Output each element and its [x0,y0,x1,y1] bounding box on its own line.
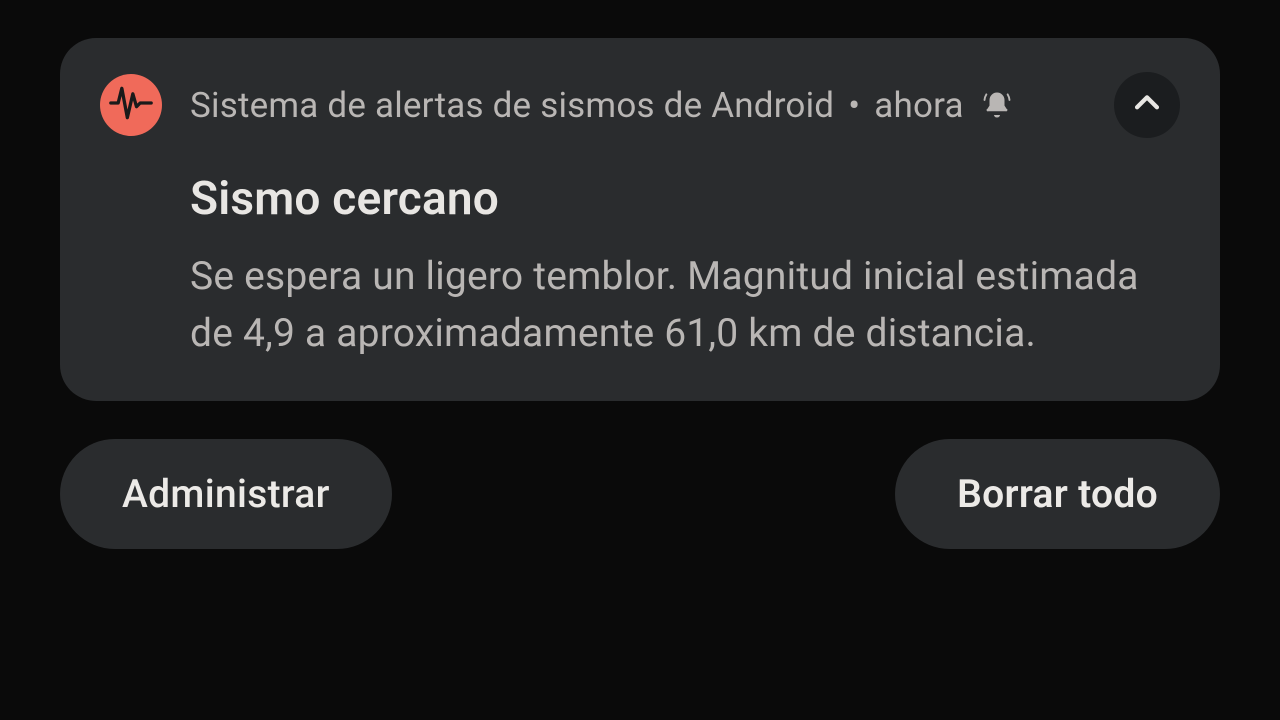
manage-button[interactable]: Administrar [60,439,392,549]
notification-actions: Administrar Borrar todo [60,439,1220,549]
app-icon [100,74,162,136]
notification-time: ahora [874,85,964,126]
chevron-up-icon [1130,86,1164,124]
notification-header: Sistema de alertas de sismos de Android … [100,72,1180,138]
notification-source-line: Sistema de alertas de sismos de Android … [190,85,1086,126]
seismic-wave-icon [109,81,153,129]
notification-title: Sismo cercano [190,172,1180,226]
notification-card[interactable]: Sistema de alertas de sismos de Android … [60,38,1220,401]
app-name-label: Sistema de alertas de sismos de Android [190,85,834,126]
bell-ringing-icon [982,90,1012,120]
collapse-button[interactable] [1114,72,1180,138]
notification-text: Se espera un ligero temblor. Magnitud in… [190,248,1180,361]
clear-all-button[interactable]: Borrar todo [895,439,1220,549]
separator: • [848,85,860,126]
notification-body: Sismo cercano Se espera un ligero temblo… [190,172,1180,361]
